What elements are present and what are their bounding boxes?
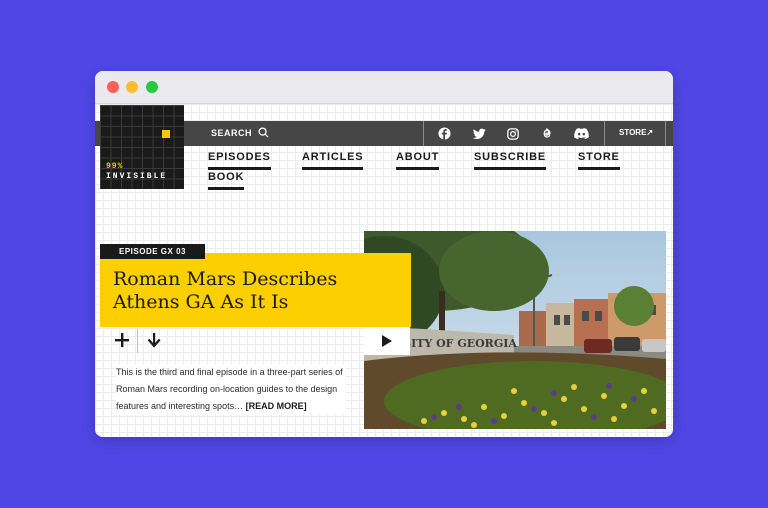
zoom-window-button[interactable] xyxy=(146,81,158,93)
instagram-link[interactable] xyxy=(496,121,530,146)
divider xyxy=(665,121,666,146)
logo-number: 99% xyxy=(106,162,124,171)
logo-99-invisible[interactable]: 99% INVISIBLE xyxy=(100,105,184,189)
download-button[interactable] xyxy=(144,330,164,350)
episode-label: EPISODE GX 03 xyxy=(100,244,205,259)
threads-link[interactable] xyxy=(530,121,564,146)
read-more-link[interactable]: [READ MORE] xyxy=(246,401,307,411)
add-button[interactable] xyxy=(112,330,132,350)
window-titlebar xyxy=(95,71,673,104)
instagram-icon xyxy=(507,127,519,140)
nav-episodes[interactable]: EPISODES xyxy=(208,151,271,170)
sign-text: RSITY OF GEORGIA xyxy=(394,337,517,350)
close-window-button[interactable] xyxy=(107,81,119,93)
webpage: SEARCH STORE↗ 99% INVISIBLE EPISODES ART… xyxy=(95,104,673,437)
nav-about[interactable]: ABOUT xyxy=(396,151,440,170)
plus-icon xyxy=(115,333,129,347)
facebook-link[interactable] xyxy=(427,121,461,146)
facebook-icon xyxy=(437,127,451,140)
divider xyxy=(604,121,605,146)
minimize-window-button[interactable] xyxy=(126,81,138,93)
twitter-icon xyxy=(472,128,486,139)
browser-window: SEARCH STORE↗ 99% INVISIBLE EPISODES ART… xyxy=(95,71,673,437)
discord-link[interactable] xyxy=(564,121,598,146)
twitter-link[interactable] xyxy=(462,121,496,146)
nav-articles[interactable]: ARTICLES xyxy=(302,151,364,170)
play-icon xyxy=(382,335,392,347)
action-divider xyxy=(137,329,138,353)
description-text: This is the third and final episode in a… xyxy=(116,367,343,411)
headline-box: Roman Mars Describes Athens GA As It Is xyxy=(100,253,411,327)
logo-yellow-square xyxy=(162,130,170,138)
play-button[interactable] xyxy=(364,327,410,355)
episode-description: This is the third and final episode in a… xyxy=(116,364,346,415)
search-label: SEARCH xyxy=(211,127,253,138)
download-icon xyxy=(147,333,161,348)
discord-icon xyxy=(573,128,589,139)
episode-title[interactable]: Roman Mars Describes Athens GA As It Is xyxy=(113,268,403,314)
logo-word: INVISIBLE xyxy=(106,172,168,181)
search-icon xyxy=(258,127,269,138)
nav-subscribe[interactable]: SUBSCRIBE xyxy=(474,151,546,170)
store-top-link[interactable]: STORE↗ xyxy=(619,128,653,137)
divider xyxy=(423,121,424,146)
nav-store[interactable]: STORE xyxy=(578,151,620,170)
threads-icon xyxy=(543,128,551,138)
nav-book[interactable]: BOOK xyxy=(208,171,245,190)
search-button[interactable]: SEARCH xyxy=(211,127,269,138)
